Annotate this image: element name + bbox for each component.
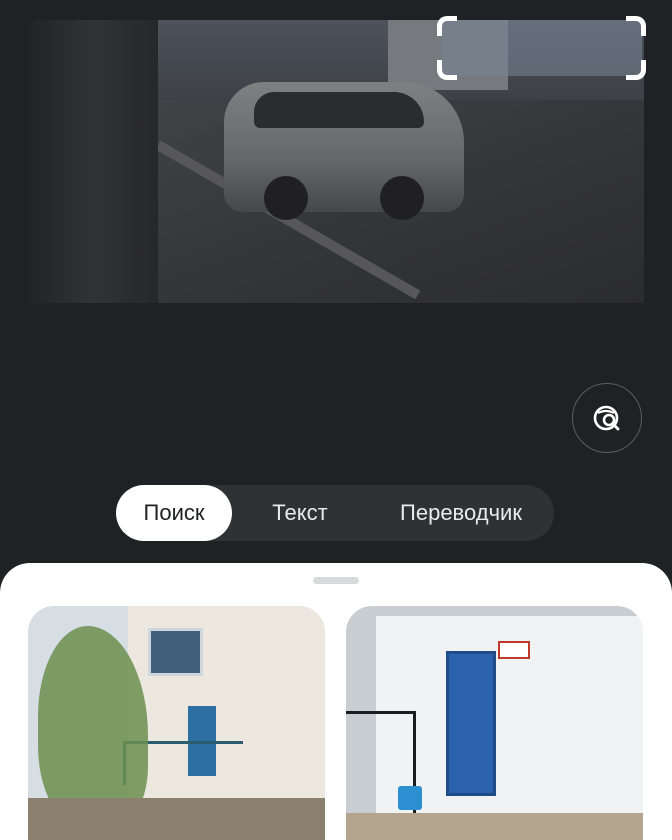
result-image-window: [148, 628, 203, 676]
tab-translator[interactable]: Переводчик: [368, 485, 554, 541]
lens-search-icon: [593, 405, 620, 431]
selection-box[interactable]: [437, 16, 646, 80]
result-image-ground: [346, 813, 643, 840]
results-sheet: [0, 563, 672, 840]
selection-corner-handle[interactable]: [437, 60, 457, 80]
selection-corner-handle[interactable]: [626, 60, 646, 80]
mode-tabs: Поиск Текст Переводчик: [116, 485, 554, 541]
result-image-ground: [28, 798, 325, 840]
result-image-building-entrance[interactable]: [28, 606, 325, 840]
tab-text[interactable]: Текст: [232, 485, 368, 541]
result-image-blue-door[interactable]: [346, 606, 643, 840]
lens-search-button[interactable]: [572, 383, 642, 453]
selection-corner-handle[interactable]: [437, 16, 457, 36]
selection-corner-handle[interactable]: [626, 16, 646, 36]
sheet-drag-handle[interactable]: [313, 577, 359, 584]
result-image-sign: [498, 641, 530, 659]
tab-search[interactable]: Поиск: [116, 485, 232, 541]
result-image-door: [446, 651, 496, 796]
result-image-bucket: [398, 786, 422, 810]
